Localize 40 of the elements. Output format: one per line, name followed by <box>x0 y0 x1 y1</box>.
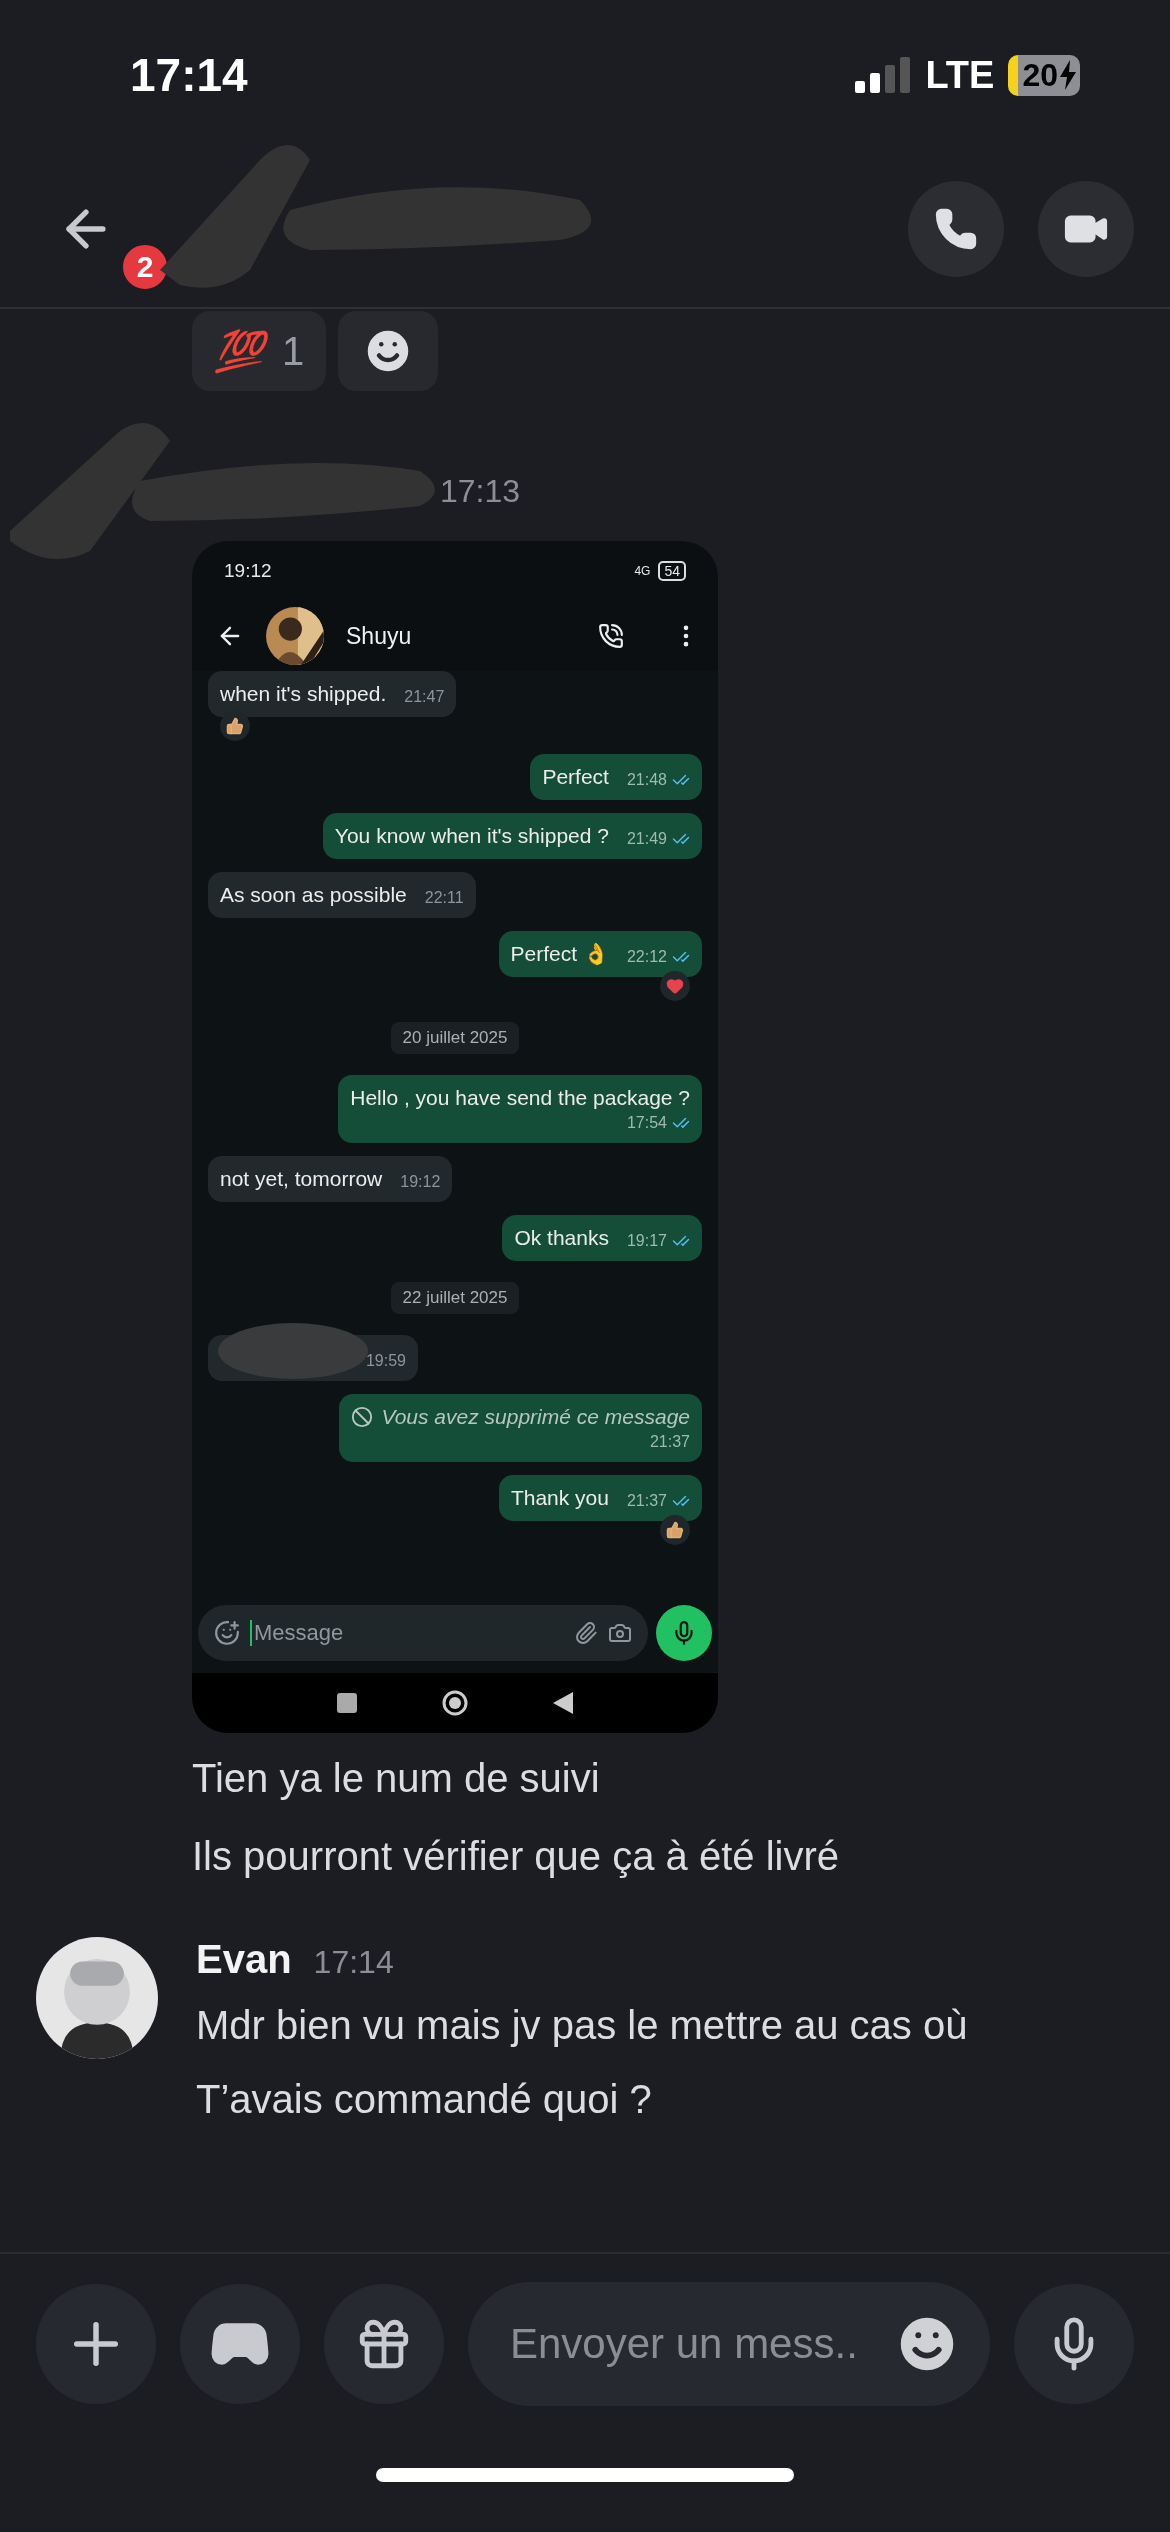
message-input[interactable]: Message <box>198 1605 648 1661</box>
back-icon[interactable] <box>553 1692 573 1714</box>
sticker-icon <box>214 1620 240 1646</box>
unread-badge: 2 <box>120 242 170 292</box>
screenshot-attachment[interactable] <box>192 541 718 1733</box>
chat-bubble: Perfect 21:48 <box>530 754 702 800</box>
chat-bubble: Vous avez supprimé ce message 21:37 <box>339 1394 702 1462</box>
network-type: 4G <box>634 564 651 578</box>
message-text: Tien ya le num de suivi <box>192 1755 601 1802</box>
status-time: 19:12 <box>224 560 272 582</box>
status-time: 17:14 <box>130 48 248 102</box>
battery-level: 54 <box>658 561 686 581</box>
camera-icon[interactable] <box>608 1621 632 1645</box>
message-time: 17:14 <box>313 1944 394 1981</box>
phone-icon <box>934 206 978 251</box>
chat-bubble: Ok thanks 19:17 <box>502 1215 702 1261</box>
message-text: Mdr bien vu mais jv pas le mettre au cas où <box>196 2002 968 2049</box>
chat-bubble: not yet, tomorrow 19:12 <box>208 1156 453 1202</box>
add-reaction-button[interactable] <box>338 311 439 391</box>
charging-bolt-icon <box>1060 60 1076 90</box>
chat-bubble: Thank you 21:37 <box>498 1475 702 1521</box>
attach-icon[interactable] <box>574 1621 598 1645</box>
deleted-icon <box>351 1406 374 1428</box>
chat-bubble: As soon as possible 22:11 <box>208 872 476 918</box>
chat-bubble: You know when it's shipped ? 21:49 <box>322 813 702 859</box>
signal-icon <box>855 57 912 93</box>
author-name[interactable]: Evan <box>196 1937 292 1982</box>
chat-bubble: when it's shipped. 21:47 <box>208 671 457 717</box>
battery-level: 20 <box>1022 56 1058 94</box>
message-text: Ils pourront vérifier que ça à été livré <box>192 1833 840 1880</box>
network-type: LTE <box>925 53 995 97</box>
message-text: T’avais commandé quoi ? <box>196 2076 653 2123</box>
message-input[interactable]: Envoyer un mess.. <box>468 2282 990 2406</box>
home-icon[interactable] <box>441 1689 469 1717</box>
reaction-chip[interactable]: 💯 1 <box>192 311 327 391</box>
message-time: 17:13 <box>440 472 521 510</box>
mic-button[interactable] <box>656 1605 712 1661</box>
chat-bubble: Hello , you have send the package ? 17:54 <box>338 1075 702 1143</box>
chat-bubble: Perfect 👌 22:12 <box>498 931 702 977</box>
contact-name: Shuyu <box>346 622 412 650</box>
